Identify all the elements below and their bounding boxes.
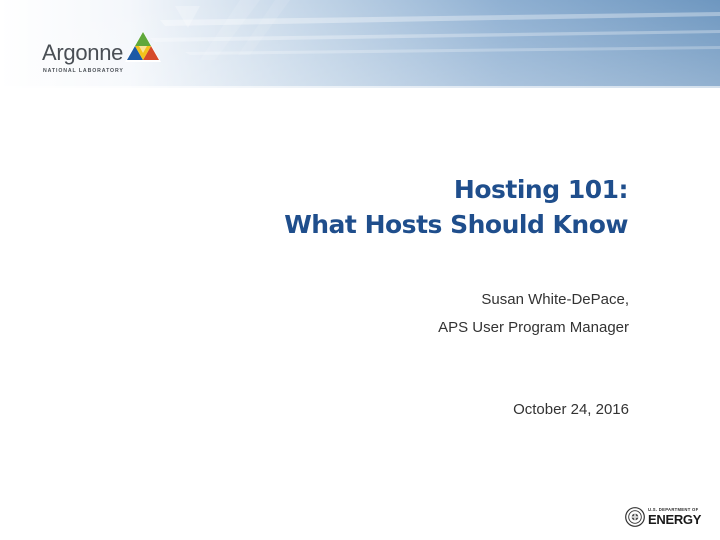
slide-title: Hosting 101: What Hosts Should Know bbox=[240, 172, 628, 242]
presenter-name: Susan White-DePace, bbox=[481, 291, 629, 308]
argonne-logo: Argonne NATIONAL LABORATORY bbox=[42, 28, 182, 88]
title-line-2: What Hosts Should Know bbox=[284, 210, 628, 239]
doe-seal-icon bbox=[625, 507, 645, 527]
footer-strip bbox=[0, 534, 720, 540]
title-line-1: Hosting 101: bbox=[453, 175, 629, 204]
doe-logo: U.S. DEPARTMENT OF ENERGY bbox=[625, 503, 705, 529]
presenter-role: APS User Program Manager bbox=[438, 319, 629, 336]
argonne-subtitle: NATIONAL LABORATORY bbox=[43, 68, 124, 74]
presentation-date: October 24, 2016 bbox=[513, 401, 629, 418]
doe-energy-text: ENERGY bbox=[648, 512, 702, 527]
argonne-triangle-icon bbox=[123, 29, 163, 65]
title-slide: Argonne NATIONAL LABORATORY Hosting 101:… bbox=[0, 0, 720, 540]
argonne-wordmark: Argonne bbox=[42, 40, 124, 65]
